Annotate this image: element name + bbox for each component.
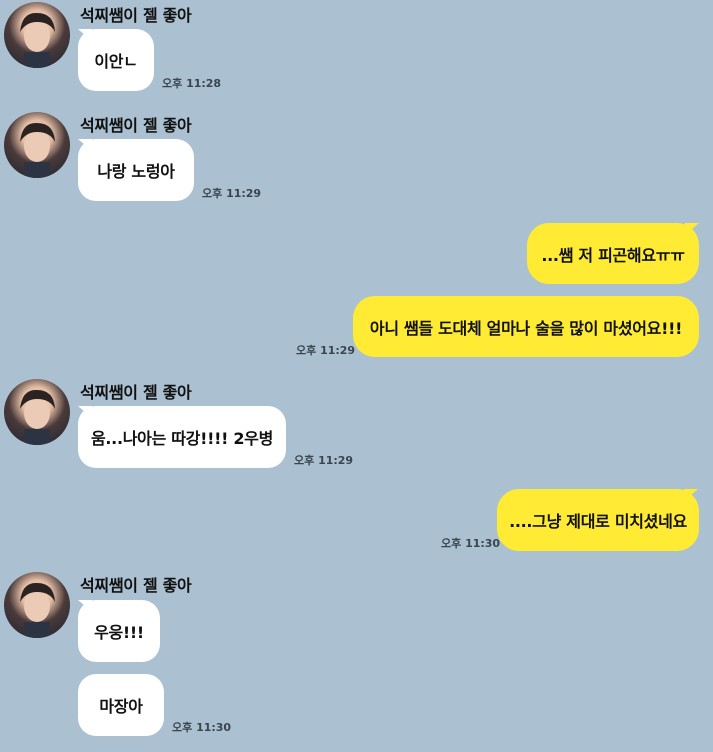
sender-name: 석찌쌤이 젤 좋아 [80, 116, 192, 135]
message-bubble[interactable]: 움...나아는 따강!!!! 2우병 [78, 406, 286, 468]
message-bubble[interactable]: 이안ㄴ [78, 29, 154, 91]
message-bubble[interactable]: 마장아 [78, 674, 164, 736]
message-time: 오후 11:30 [172, 721, 232, 734]
message-bubble[interactable]: 아니 쌤들 도대체 얼마나 술을 많이 마셨어요!!! [353, 296, 699, 357]
avatar[interactable] [4, 379, 70, 445]
message-time: 오후 11:29 [294, 454, 354, 467]
avatar[interactable] [4, 112, 70, 178]
sender-name: 석찌쌤이 젤 좋아 [80, 383, 192, 402]
sender-name: 석찌쌤이 젤 좋아 [80, 576, 192, 595]
sender-name: 석찌쌤이 젤 좋아 [80, 6, 192, 25]
avatar[interactable] [4, 2, 70, 68]
message-bubble[interactable]: 우웅!!! [78, 600, 160, 662]
avatar[interactable] [4, 572, 70, 638]
message-time: 오후 11:30 [441, 537, 501, 550]
message-time: 오후 11:28 [162, 77, 222, 90]
message-bubble[interactable]: 나랑 노렁아 [78, 139, 194, 201]
message-bubble[interactable]: ....그냥 제대로 미치셨네요 [497, 489, 699, 551]
message-time: 오후 11:29 [296, 344, 356, 357]
message-time: 오후 11:29 [202, 187, 262, 200]
message-bubble[interactable]: ...쌤 저 피곤해요ㅠㅠ [527, 223, 699, 284]
